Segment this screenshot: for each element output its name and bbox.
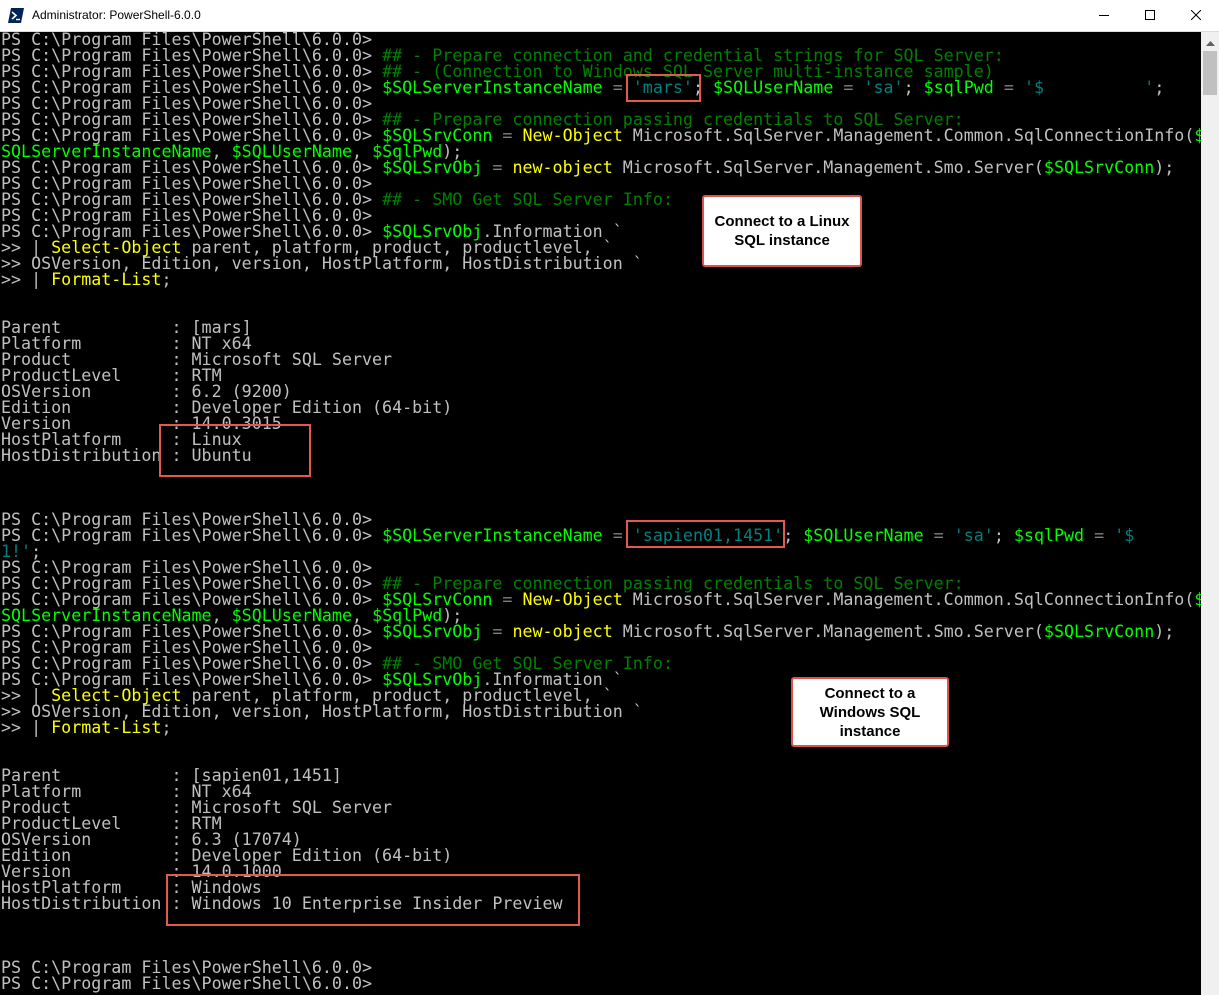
title-bar: Administrator: PowerShell-6.0.0: [0, 0, 1219, 32]
console-token: Format-List: [51, 270, 162, 289]
powershell-icon[interactable]: [8, 8, 24, 23]
console-token: ;: [903, 78, 924, 97]
console-token: ;: [783, 526, 804, 545]
scroll-thumb[interactable]: [1203, 51, 1217, 95]
console-token: $SQLSrvConn: [1043, 158, 1155, 177]
console-token: ;: [161, 270, 172, 289]
console-token: ;: [993, 526, 1014, 545]
console-line: >> | Format-List;: [1, 270, 172, 289]
console-token: =: [492, 126, 523, 145]
maximize-button[interactable]: [1127, 0, 1173, 31]
console-token: ;: [161, 718, 172, 737]
chevron-up-icon: [1205, 31, 1215, 50]
console-token: '$ 0: [1114, 526, 1135, 545]
console-token: $SQLSrvConn: [1043, 622, 1155, 641]
console-token: '$ ': [1023, 78, 1155, 97]
console-token: PS C:\Program Files\PowerShell\6.0.0>: [1, 974, 373, 993]
console-token: );: [1154, 622, 1175, 641]
console-token: $SQLUserName: [803, 526, 924, 545]
console-token: 'sa': [953, 526, 994, 545]
console-token: new-object: [512, 158, 613, 177]
console-token: $SQLServerInstanceName: [382, 526, 603, 545]
console-token: =: [482, 158, 513, 177]
console-token: =: [1084, 526, 1115, 545]
minimize-icon: [1099, 7, 1109, 25]
console-line: PS C:\Program Files\PowerShell\6.0.0>: [1, 974, 373, 993]
console-token: );: [1154, 158, 1175, 177]
console-line: PS C:\Program Files\PowerShell\6.0.0> $S…: [1, 526, 1201, 545]
console-token: =: [492, 590, 523, 609]
console-token: Microsoft.SqlServer.Management.Smo.Serve…: [612, 622, 1044, 641]
close-button[interactable]: [1173, 0, 1219, 31]
console-token: Microsoft.SqlServer.Management.Smo.Serve…: [612, 158, 1044, 177]
console-token: $: [1194, 590, 1201, 609]
maximize-icon: [1145, 7, 1155, 25]
console-token: New-Object: [522, 590, 623, 609]
console-token: 'sa': [863, 78, 904, 97]
highlight-instance-mars: [626, 74, 701, 102]
console-token: Format-List: [51, 718, 162, 737]
window-title: Administrator: PowerShell-6.0.0: [32, 8, 201, 22]
callout-linux: Connect to a Linux SQL instance: [702, 195, 862, 267]
console-token: new-object: [512, 622, 613, 641]
callout-windows-text: Connect to a Windows SQL instance: [819, 684, 921, 740]
console-token: =: [923, 526, 954, 545]
console-token: ## - SMO Get SQL Server Info:: [382, 190, 673, 209]
scroll-up-button[interactable]: [1201, 32, 1219, 49]
console-token: =: [993, 78, 1024, 97]
callout-windows: Connect to a Windows SQL instance: [791, 677, 949, 747]
highlight-host-windows: [166, 874, 580, 926]
console-token: New-Object: [522, 126, 623, 145]
console-token: $sqlPwd: [923, 78, 994, 97]
minimize-button[interactable]: [1081, 0, 1127, 31]
console-token: =: [833, 78, 864, 97]
close-icon: [1190, 7, 1202, 25]
console-output[interactable]: PS C:\Program Files\PowerShell\6.0.0> PS …: [0, 32, 1201, 995]
console-token: $: [1194, 126, 1201, 145]
console-token: >> |: [1, 270, 52, 289]
console-token: ;: [1154, 78, 1165, 97]
callout-linux-text: Connect to a Linux SQL instance: [714, 213, 850, 249]
console-token: PS C:\Program Files\PowerShell\6.0.0>: [1, 526, 383, 545]
highlight-host-linux: [159, 424, 311, 477]
console-token: =: [482, 622, 513, 641]
console-line: >> | Format-List;: [1, 718, 172, 737]
console-token: $SQLSrvObj: [382, 158, 483, 177]
console-token: Microsoft.SqlServer.Management.Common.Sq…: [622, 126, 1195, 145]
console-token: $SQLUserName: [713, 78, 834, 97]
vertical-scrollbar[interactable]: [1201, 32, 1219, 995]
console-token: $SQLSrvObj: [382, 622, 483, 641]
console-token: $sqlPwd: [1013, 526, 1085, 545]
console-token: >> |: [1, 718, 52, 737]
console-token: Microsoft.SqlServer.Management.Common.Sq…: [622, 590, 1195, 609]
console-token: $SQLServerInstanceName: [382, 78, 603, 97]
highlight-instance-sapien: [626, 520, 785, 548]
